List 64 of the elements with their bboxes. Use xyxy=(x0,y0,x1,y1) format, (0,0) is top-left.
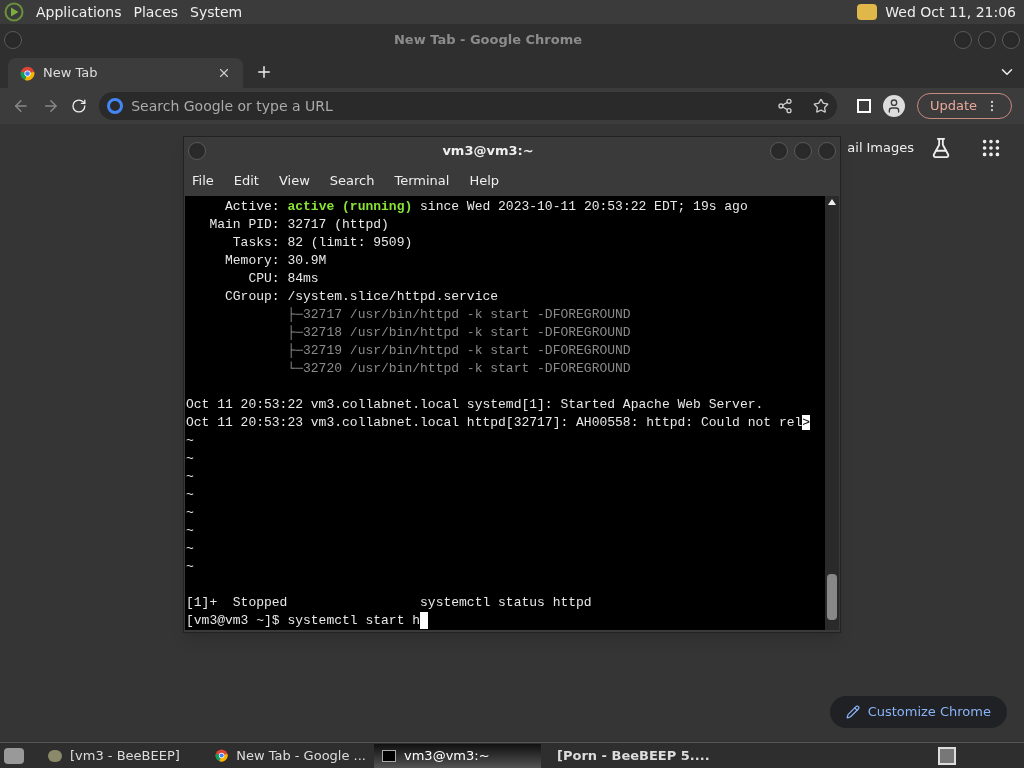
scrollbar[interactable] xyxy=(825,196,839,630)
terminal-line: ~ xyxy=(186,540,194,558)
share-icon[interactable] xyxy=(777,98,794,114)
prompt-line: [vm3@vm3 ~]$ systemctl start h xyxy=(186,612,421,630)
terminal-line: ~ xyxy=(186,468,194,486)
side-panel-icon[interactable] xyxy=(857,99,872,113)
terminal-line: ~ xyxy=(186,432,194,450)
address-input[interactable]: Search Google or type a URL xyxy=(131,95,770,117)
close-tab-icon[interactable] xyxy=(217,66,231,80)
chrome-logo-icon xyxy=(215,748,229,763)
terminal-line: ├─32719 /usr/bin/httpd -k start -DFOREGROUND xyxy=(286,342,631,360)
apps-grid-icon[interactable] xyxy=(980,137,1002,159)
panel-menu[interactable]: System xyxy=(190,1,243,23)
terminal-line: Main PID: 32717 (httpd) xyxy=(208,216,389,234)
terminal-line: Tasks: 82 (limit: 9509) xyxy=(231,234,413,252)
reload-icon[interactable] xyxy=(71,98,88,114)
menu-item[interactable]: File xyxy=(192,170,214,190)
play-logo-icon xyxy=(4,2,24,22)
window-title: New Tab - Google Chrome xyxy=(392,31,584,50)
terminal-line: Oct 11 20:53:23 vm3.collabnet.local httpd[32717]: AH00558: httpd: Could not rel> xyxy=(186,414,811,432)
customize-chrome-button[interactable]: Customize Chrome xyxy=(829,696,1007,728)
taskbar-item[interactable]: vm3@vm3:~ xyxy=(374,743,541,768)
terminal-line: Active: active (running) since Wed 2023-10-11 20:53:22 EDT; 19s ago xyxy=(224,198,748,216)
terminal-line: ├─32718 /usr/bin/httpd -k start -DFOREGROUND xyxy=(286,324,631,342)
taskbar-item[interactable]: New Tab - Google ... xyxy=(207,743,374,768)
terminal-line: Memory: 30.9M xyxy=(224,252,327,270)
terminal-line: ├─32717 /usr/bin/httpd -k start -DFOREGROUND xyxy=(286,306,631,324)
menu-item[interactable]: View xyxy=(278,170,310,190)
new-tab-icon[interactable] xyxy=(255,63,273,81)
panel-menu[interactable]: Places xyxy=(133,1,179,23)
images-link[interactable]: Images xyxy=(866,138,914,158)
taskbar-item[interactable]: [vm3 - BeeBEEP] xyxy=(40,743,207,768)
terminal-line: Oct 11 20:53:22 vm3.collabnet.local systemd[1]: Started Apache Web Server. xyxy=(186,396,764,414)
menu-item[interactable]: Search xyxy=(329,170,375,190)
address-bar[interactable]: Search Google or type a URL xyxy=(99,92,838,120)
panel-menu[interactable]: Applications xyxy=(36,1,122,23)
terminal-line: CGroup: /system.slice/httpd.service xyxy=(224,288,499,306)
terminal-line: ~ xyxy=(186,450,194,468)
window-title: vm3@vm3:~ xyxy=(441,142,535,160)
chrome-logo-icon xyxy=(20,65,35,81)
scrollbar-thumb[interactable] xyxy=(827,574,837,620)
scroll-up-arrow-icon[interactable] xyxy=(828,199,836,205)
profile-icon[interactable] xyxy=(883,95,905,117)
terminal-line: ~ xyxy=(186,486,194,504)
menu-item[interactable]: Terminal xyxy=(394,170,450,190)
terminal-line: ~ xyxy=(186,522,194,540)
terminal-line: CPU: 84ms xyxy=(247,270,319,288)
terminal-line: [1]+ Stopped systemctl status httpd xyxy=(186,594,592,612)
gmail-link[interactable]: ail xyxy=(847,138,863,158)
taskbar-item[interactable]: [Porn - BeeBEEP 5.... xyxy=(541,743,708,768)
menu-item[interactable]: Edit xyxy=(233,170,259,190)
pencil-icon xyxy=(845,705,860,719)
browser-tab[interactable]: New Tab xyxy=(8,58,243,88)
flask-icon[interactable] xyxy=(930,137,952,159)
workspace-switcher-icon[interactable] xyxy=(938,746,956,765)
bookmark-star-icon[interactable] xyxy=(813,98,830,114)
menu-item[interactable]: Help xyxy=(469,170,500,190)
terminal-line: ~ xyxy=(186,504,194,522)
back-icon[interactable] xyxy=(12,97,30,115)
text-cursor xyxy=(420,612,429,629)
terminal-line: ~ xyxy=(186,558,194,576)
terminal-line: └─32720 /usr/bin/httpd -k start -DFOREGROUND xyxy=(286,360,631,378)
clock: Wed Oct 11, 21:06 xyxy=(885,2,1016,22)
terminal-icon xyxy=(382,749,396,762)
